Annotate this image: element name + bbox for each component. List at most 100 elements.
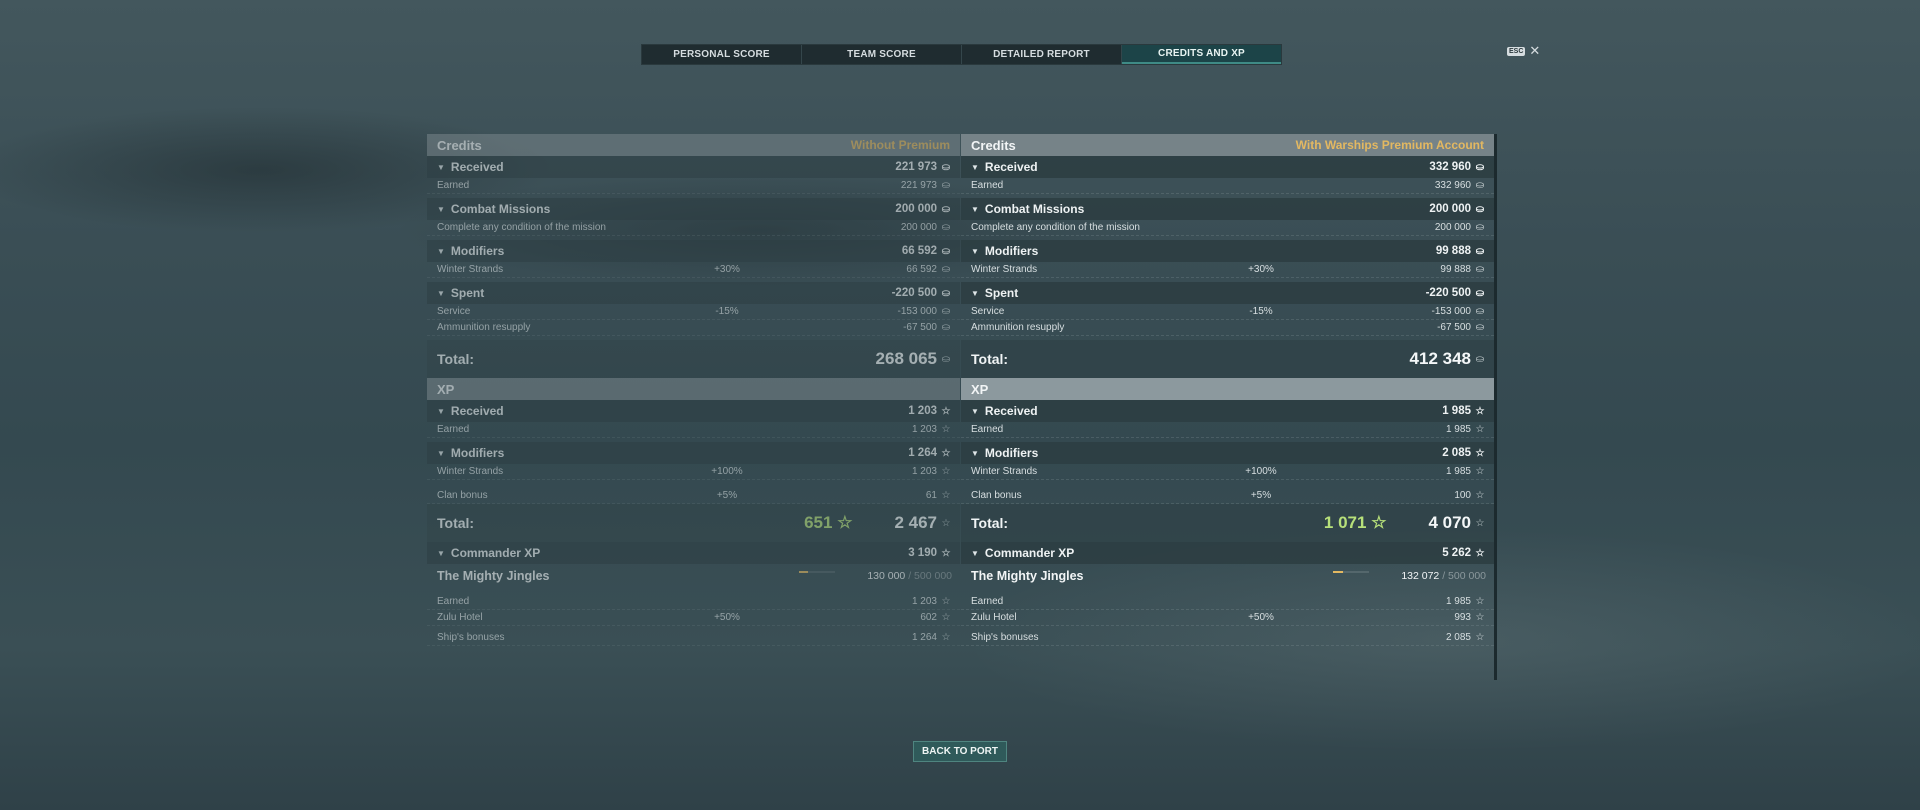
xp-modifiers-label: Modifiers (450, 446, 505, 460)
combat-missions-group[interactable]: ▼ Combat Missions 200 000 ⛀ (961, 198, 1494, 220)
commander-progress-max: / 500 000 (908, 570, 952, 582)
zulu-hotel-row: Zulu Hotel +50% 993 ☆ (961, 610, 1494, 626)
tab-personal-score[interactable]: PERSONAL SCORE (642, 45, 802, 64)
xp-star-icon: ☆ (1475, 547, 1485, 559)
credits-title: Credits (971, 137, 1016, 153)
modifiers-value: 99 888 (1435, 245, 1471, 257)
credits-icon: ⛀ (941, 287, 951, 299)
credits-icon: ⛀ (1475, 353, 1485, 365)
earned-row: Earned 332 960 ⛀ (961, 178, 1494, 194)
credits-icon: ⛀ (941, 161, 951, 173)
xp-star-icon: ☆ (1475, 596, 1485, 607)
modifiers-label: Modifiers (984, 244, 1039, 258)
xp-star-icon: ☆ (1475, 405, 1485, 417)
xp-star-icon: ☆ (837, 513, 853, 532)
credits-icon: ⛀ (941, 222, 951, 233)
tab-team-score[interactable]: TEAM SCORE (802, 45, 962, 64)
xp-winter-strands-label: Winter Strands (437, 466, 504, 477)
commander-xp-label: Commander XP (450, 546, 541, 560)
collapse-arrow-icon: ▼ (971, 204, 979, 214)
winter-strands-value: 66 592 (906, 264, 937, 275)
ship-bonuses-row: Ship's bonuses 1 264 ☆ (427, 630, 960, 646)
commander-xp-value: 3 190 (908, 547, 937, 559)
credits-icon: ⛀ (1475, 180, 1485, 191)
commander-progress-current: 132 072 (1401, 570, 1440, 582)
spent-label: Spent (450, 286, 485, 300)
commander-xp-label: Commander XP (984, 546, 1075, 560)
received-group[interactable]: ▼ Received 221 973 ⛀ (427, 156, 960, 178)
commander-xp-group[interactable]: ▼ Commander XP 3 190 ☆ (427, 542, 960, 564)
xp-star-icon: ☆ (1475, 466, 1485, 477)
ammunition-value: -67 500 (903, 322, 937, 333)
combat-missions-label: Combat Missions (450, 202, 551, 216)
close-button[interactable]: ESC ✕ (1507, 43, 1541, 58)
collapse-arrow-icon: ▼ (437, 448, 445, 458)
xp-modifiers-group[interactable]: ▼ Modifiers 2 085 ☆ (961, 442, 1494, 464)
modifiers-label: Modifiers (450, 244, 505, 258)
credits-icon: ⛀ (941, 306, 951, 317)
modifiers-group[interactable]: ▼ Modifiers 66 592 ⛀ (427, 240, 960, 262)
free-xp-value: 1 071 (1323, 513, 1367, 532)
earned-value: 332 960 (1434, 180, 1471, 191)
spent-value: -220 500 (1425, 287, 1471, 299)
xp-star-icon: ☆ (941, 447, 951, 459)
xp-modifiers-group[interactable]: ▼ Modifiers 1 264 ☆ (427, 442, 960, 464)
ship-bonuses-label: Ship's bonuses (971, 632, 1039, 643)
credits-header: Credits With Warships Premium Account (961, 134, 1494, 156)
clan-bonus-percent: +5% (1250, 490, 1272, 501)
commander-progress-fill (799, 571, 809, 573)
mission-row: Complete any condition of the mission 20… (961, 220, 1494, 236)
combat-missions-group[interactable]: ▼ Combat Missions 200 000 ⛀ (427, 198, 960, 220)
collapse-arrow-icon: ▼ (437, 406, 445, 416)
xp-star-icon: ☆ (941, 490, 951, 501)
spent-group[interactable]: ▼ Spent -220 500 ⛀ (961, 282, 1494, 304)
credits-icon: ⛀ (1475, 203, 1485, 215)
service-value: -153 000 (897, 306, 937, 317)
ammunition-value: -67 500 (1437, 322, 1471, 333)
clan-bonus-value: 61 (925, 490, 937, 501)
received-group[interactable]: ▼ Received 332 960 ⛀ (961, 156, 1494, 178)
credits-icon: ⛀ (1475, 306, 1485, 317)
tab-credits-and-xp[interactable]: CREDITS AND XP (1122, 45, 1281, 64)
zulu-hotel-percent: +50% (714, 612, 740, 623)
free-xp-total: 651 ☆ (804, 513, 852, 533)
credits-title: Credits (437, 137, 482, 153)
commander-progress-value: 130 000 / 500 000 (867, 570, 952, 582)
xp-star-icon: ☆ (941, 596, 951, 607)
xp-star-icon: ☆ (1371, 513, 1387, 532)
xp-star-icon: ☆ (1475, 490, 1485, 501)
received-label: Received (984, 160, 1038, 174)
xp-received-group[interactable]: ▼ Received 1 985 ☆ (961, 400, 1494, 422)
earned-row: Earned 221 973 ⛀ (427, 178, 960, 194)
xp-star-icon: ☆ (1475, 612, 1485, 623)
collapse-arrow-icon: ▼ (437, 246, 445, 256)
ship-bonuses-row: Ship's bonuses 2 085 ☆ (961, 630, 1494, 646)
credits-icon: ⛀ (1475, 222, 1485, 233)
clan-bonus-row: Clan bonus +5% 61 ☆ (427, 488, 960, 504)
close-icon: ✕ (1529, 43, 1541, 58)
back-to-port-button[interactable]: BACK TO PORT (913, 741, 1007, 762)
clan-bonus-percent: +5% (716, 490, 738, 501)
commander-xp-group[interactable]: ▼ Commander XP 5 262 ☆ (961, 542, 1494, 564)
xp-star-icon: ☆ (941, 547, 951, 559)
spent-group[interactable]: ▼ Spent -220 500 ⛀ (427, 282, 960, 304)
modifiers-group[interactable]: ▼ Modifiers 99 888 ⛀ (961, 240, 1494, 262)
credits-header: Credits Without Premium (427, 134, 960, 156)
modifiers-value: 66 592 (901, 245, 937, 257)
winter-strands-percent: +30% (1248, 264, 1274, 275)
combat-missions-value: 200 000 (1429, 203, 1471, 215)
winter-strands-label: Winter Strands (437, 264, 504, 275)
service-row: Service -15% -153 000 ⛀ (427, 304, 960, 320)
mission-value: 200 000 (1434, 222, 1471, 233)
tab-detailed-report[interactable]: DETAILED REPORT (962, 45, 1122, 64)
received-value: 332 960 (1429, 161, 1471, 173)
xp-received-group[interactable]: ▼ Received 1 203 ☆ (427, 400, 960, 422)
xp-title: XP (971, 381, 989, 397)
winter-strands-label: Winter Strands (971, 264, 1038, 275)
service-label: Service (971, 306, 1005, 317)
xp-star-icon: ☆ (941, 612, 951, 623)
winter-strands-percent: +30% (714, 264, 740, 275)
commander-earned-row: Earned 1 985 ☆ (961, 594, 1494, 610)
collapse-arrow-icon: ▼ (971, 162, 979, 172)
received-label: Received (450, 160, 504, 174)
